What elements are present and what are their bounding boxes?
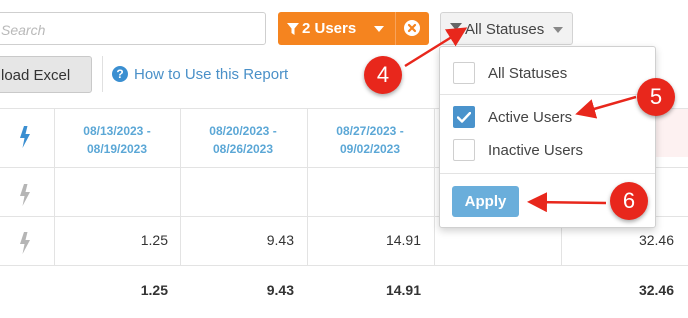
column-header-line: 08/27/2023 - (336, 124, 404, 138)
annotation-badge-6: 6 (610, 182, 648, 220)
filter-icon (287, 23, 299, 35)
annotation-badge-4: 4 (364, 56, 402, 94)
bolt-icon (20, 232, 30, 254)
column-header[interactable]: 08/20/2023 - 08/26/2023 (181, 122, 305, 158)
table-cell: 14.91 (385, 232, 421, 248)
status-filter-label: All Statuses (465, 21, 545, 38)
column-header-line: 08/19/2023 (86, 142, 148, 156)
users-filter-button[interactable]: 2 Users (278, 12, 395, 45)
question-circle-icon: ? (112, 66, 128, 82)
column-header-line: 09/02/2023 (339, 142, 401, 156)
users-filter-label: 2 Users (302, 20, 357, 37)
bolt-icon (20, 184, 30, 206)
table-cell: 32.46 (638, 232, 674, 248)
menu-divider (440, 173, 655, 174)
status-option-label: Active Users (488, 109, 573, 126)
apply-button[interactable]: Apply (452, 186, 519, 217)
total-cell: 9.43 (266, 282, 294, 298)
search-placeholder: Search (1, 22, 46, 38)
column-header-line: 08/26/2023 (212, 142, 274, 156)
checkbox-checked[interactable] (453, 106, 475, 128)
column-header-line: 08/20/2023 - (209, 124, 277, 138)
caret-down-icon (374, 26, 384, 32)
how-to-use-label: How to Use this Report (134, 66, 289, 83)
total-cell: 1.25 (140, 282, 168, 298)
bolt-icon[interactable] (19, 126, 31, 148)
caret-down-icon (553, 27, 563, 33)
total-cell: 32.46 (638, 282, 674, 298)
table-cell: 1.25 (140, 232, 168, 248)
search-input[interactable]: Search (0, 12, 266, 45)
how-to-use-link[interactable]: ? How to Use this Report (112, 66, 288, 83)
checkbox[interactable] (453, 62, 475, 84)
column-header[interactable]: 08/13/2023 - 08/19/2023 (55, 122, 179, 158)
download-excel-label: load Excel (1, 67, 71, 84)
annotation-badge-5: 5 (637, 78, 675, 116)
download-excel-button[interactable]: load Excel (0, 56, 92, 93)
status-option-label: All Statuses (488, 65, 568, 82)
toolbar-divider (102, 56, 103, 92)
table-cell: 9.43 (266, 232, 294, 248)
status-option-label: Inactive Users (488, 142, 584, 159)
status-filter-button[interactable]: All Statuses (440, 12, 573, 45)
clear-users-button[interactable] (395, 12, 429, 45)
table-border (0, 265, 688, 266)
checkbox[interactable] (453, 139, 475, 161)
column-divider (434, 108, 435, 265)
close-circle-icon (404, 20, 420, 36)
column-header[interactable]: 08/27/2023 - 09/02/2023 (308, 122, 432, 158)
menu-divider (440, 94, 655, 95)
filter-icon (450, 23, 462, 35)
check-icon (457, 112, 471, 123)
total-cell: 14.91 (385, 282, 421, 298)
column-header-line: 08/13/2023 - (83, 124, 151, 138)
